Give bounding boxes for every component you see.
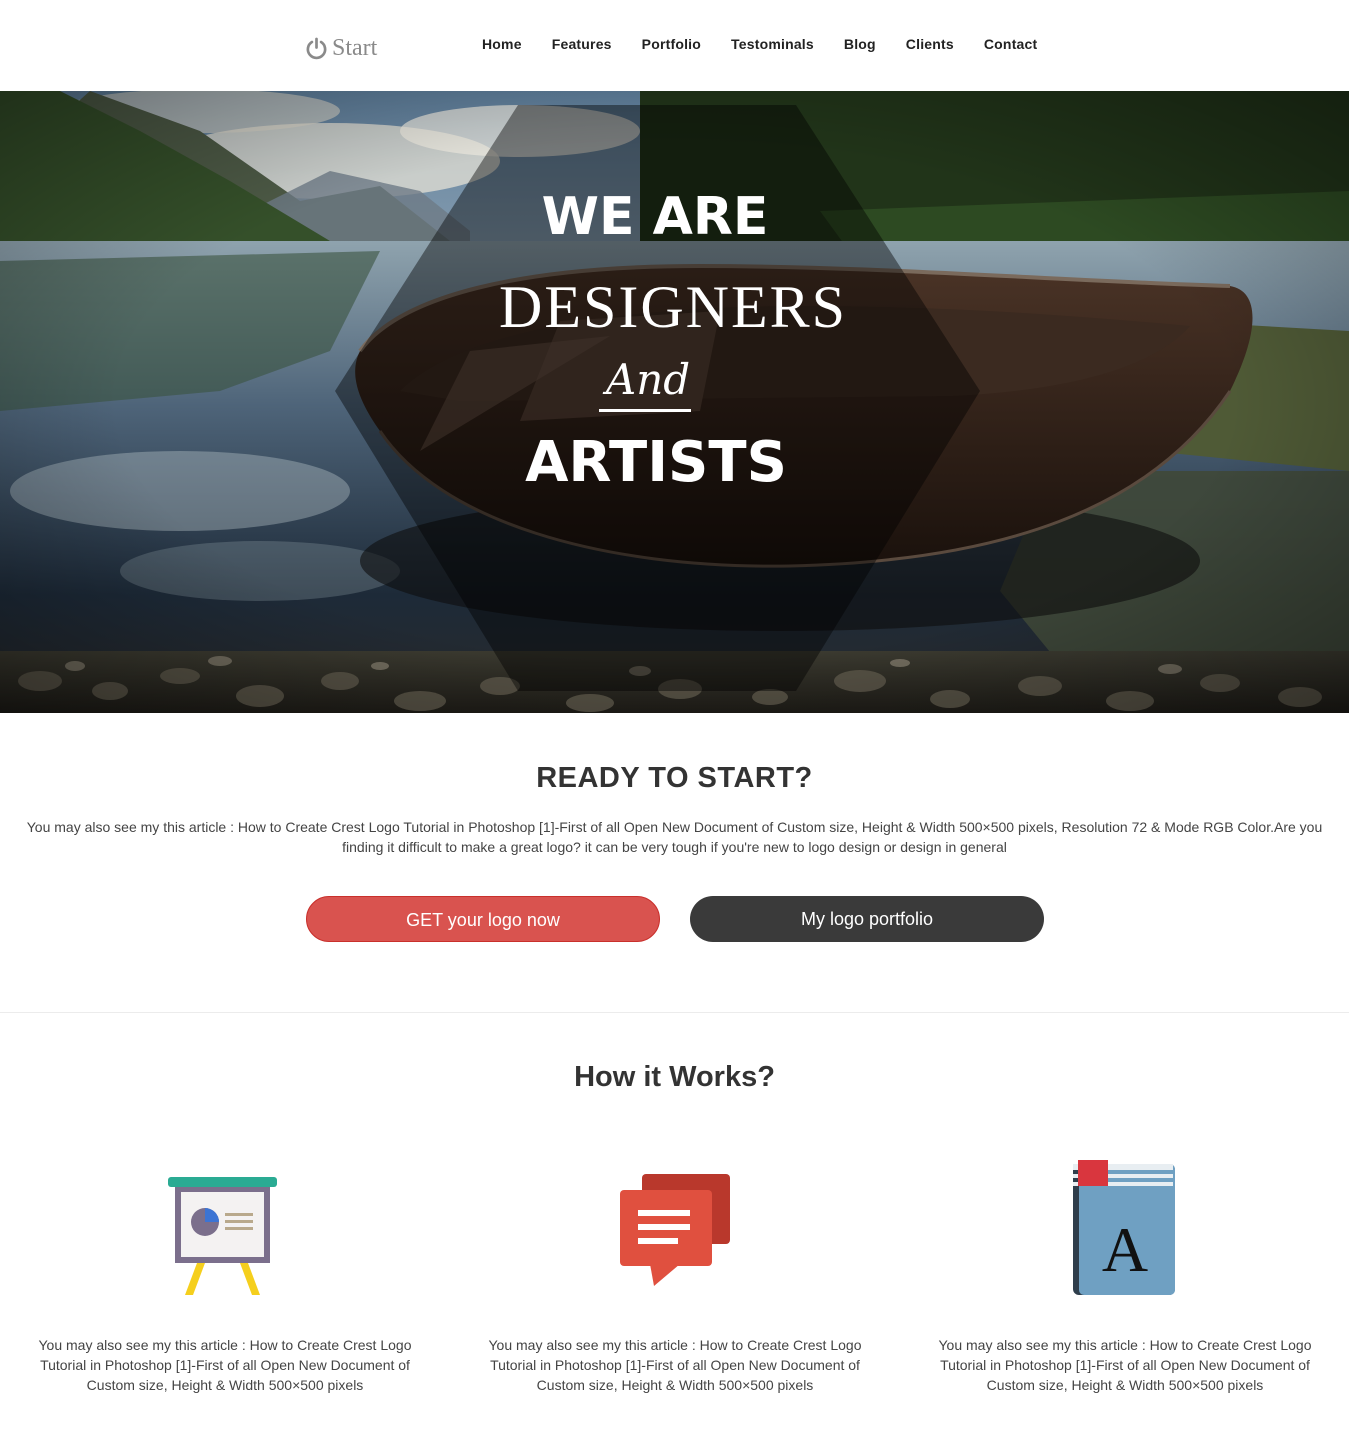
hero-line-designers: DESIGNERS — [499, 274, 847, 340]
nav-portfolio[interactable]: Portfolio — [642, 36, 701, 52]
main-nav: Home Features Portfolio Testominals Blog… — [482, 36, 1037, 52]
section-divider — [0, 1012, 1349, 1013]
ready-title: READY TO START? — [536, 762, 813, 794]
hero-line-artists: ARTISTS — [525, 430, 787, 495]
hero-image: WE ARE DESIGNERS And ARTISTS — [0, 91, 1349, 713]
get-logo-button[interactable]: GET your logo now — [306, 896, 660, 942]
hero-line-we-are: WE ARE — [542, 187, 769, 247]
presentation-board-icon — [168, 1177, 277, 1295]
feature-text: You may also see my this article : How t… — [938, 1337, 1312, 1393]
nav-blog[interactable]: Blog — [844, 36, 876, 52]
hero-divider-line — [599, 409, 691, 412]
nav-clients[interactable]: Clients — [906, 36, 954, 52]
logo-text: Start — [332, 34, 378, 61]
ready-description: You may also see my this article : How t… — [26, 819, 1323, 855]
nav-home[interactable]: Home — [482, 36, 522, 52]
nav-features[interactable]: Features — [552, 36, 612, 52]
chat-bubbles-icon — [620, 1174, 730, 1286]
nav-testimonials[interactable]: Testominals — [731, 36, 814, 52]
how-title: How it Works? — [574, 1061, 775, 1093]
power-icon — [306, 37, 327, 59]
site-header: Start Home Features Portfolio Testominal… — [0, 0, 1349, 91]
nav-contact[interactable]: Contact — [984, 36, 1038, 52]
feature-text: You may also see my this article : How t… — [38, 1337, 412, 1393]
feature-text: You may also see my this article : How t… — [488, 1337, 862, 1393]
hero-line-and: And — [602, 355, 690, 404]
logo-portfolio-button[interactable]: My logo portfolio — [690, 896, 1044, 942]
hero-banner: WE ARE DESIGNERS And ARTISTS — [0, 91, 1349, 713]
font-book-icon: A — [1073, 1160, 1175, 1295]
site-logo[interactable]: Start — [305, 33, 377, 63]
font-glyph: A — [1102, 1214, 1148, 1285]
